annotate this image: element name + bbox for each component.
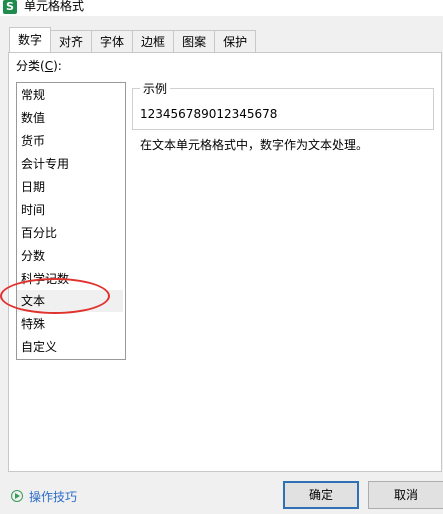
tips-label: 操作技巧	[29, 489, 78, 504]
tab-protection[interactable]: 保护	[214, 30, 257, 52]
category-item-accounting[interactable]: 会计专用	[17, 153, 123, 175]
category-item-custom[interactable]: 自定义	[17, 336, 123, 358]
category-item-time[interactable]: 时间	[17, 199, 123, 221]
category-item-fraction[interactable]: 分数	[17, 245, 123, 267]
category-item-general[interactable]: 常规	[17, 84, 123, 106]
title-bar: S 单元格格式	[0, 0, 443, 16]
tab-alignment[interactable]: 对齐	[50, 30, 93, 52]
tab-font[interactable]: 字体	[91, 30, 134, 52]
tab-bar: 数字 对齐 字体 边框 图案 保护	[9, 27, 257, 52]
category-access-key: C	[44, 59, 54, 73]
ok-button[interactable]: 确定	[283, 481, 359, 509]
sample-legend: 示例	[140, 82, 171, 96]
tips-link[interactable]: 操作技巧	[11, 487, 77, 505]
category-item-special[interactable]: 特殊	[17, 313, 123, 335]
window-title: 单元格格式	[24, 0, 85, 13]
tab-number[interactable]: 数字	[9, 27, 52, 52]
play-circle-icon	[11, 490, 23, 502]
tab-pattern[interactable]: 图案	[173, 30, 216, 52]
category-list[interactable]: 常规 数值 货币 会计专用 日期 时间 百分比 分数 科学记数 文本 特殊 自定…	[16, 82, 126, 360]
category-item-currency[interactable]: 货币	[17, 130, 123, 152]
sample-value: 123456789012345678	[140, 107, 278, 121]
tab-border[interactable]: 边框	[132, 30, 175, 52]
category-item-text[interactable]: 文本	[17, 290, 123, 312]
category-item-percentage[interactable]: 百分比	[17, 222, 123, 244]
category-label: 分类(C):	[16, 59, 62, 73]
category-item-number[interactable]: 数值	[17, 107, 123, 129]
cancel-button[interactable]: 取消	[368, 481, 443, 509]
category-item-scientific[interactable]: 科学记数	[17, 268, 123, 290]
format-description: 在文本单元格格式中，数字作为文本处理。	[140, 138, 369, 152]
app-logo-icon: S	[3, 0, 17, 14]
category-item-date[interactable]: 日期	[17, 176, 123, 198]
